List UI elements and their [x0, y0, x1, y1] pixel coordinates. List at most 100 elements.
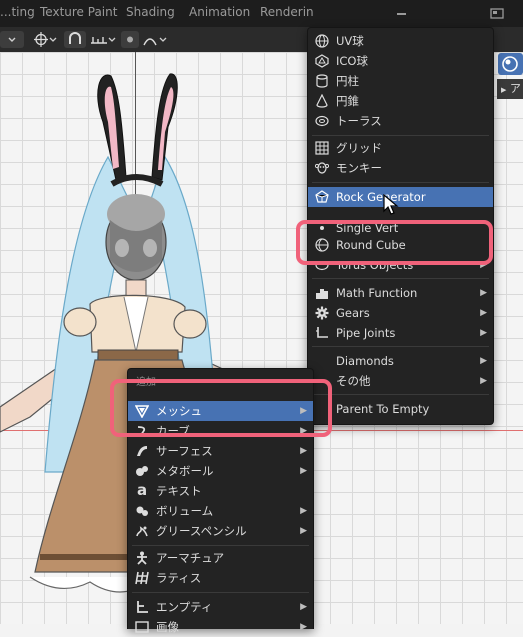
menu-item-cone[interactable]: 円錐 [308, 91, 493, 111]
menu-item-volume[interactable]: ボリューム ▶ [128, 501, 313, 521]
snap-icon [69, 32, 81, 44]
menu-item-label: ICO球 [336, 54, 368, 68]
menu-item-parent-to-empty[interactable]: Parent To Empty [308, 399, 493, 419]
annotation-highlight-round-cube [296, 220, 493, 265]
mouse-cursor-icon [383, 194, 399, 215]
menu-item-math-function[interactable]: Math Function ▶ [308, 283, 493, 303]
tab-rendering[interactable]: Renderin [260, 5, 314, 19]
menu-item-label: Gears [336, 306, 370, 320]
empty-icon [137, 601, 148, 613]
menu-item-label: モンキー [336, 161, 382, 175]
transform-orientation-dropdown[interactable] [0, 31, 24, 48]
menu-separator [312, 182, 489, 183]
proportional-edit-icon [127, 36, 133, 43]
cone-icon [316, 94, 328, 108]
pipe-joints-icon [316, 327, 328, 338]
expand-icon[interactable] [490, 8, 504, 19]
menu-item-metaball[interactable]: メタボール ▶ [128, 461, 313, 481]
tab-modeling[interactable]: ...ting [0, 5, 35, 19]
surface-icon [137, 446, 147, 456]
torus-icon [315, 115, 329, 127]
menu-item-label: ラティス [156, 571, 202, 585]
menu-item-cylinder[interactable]: 円柱 [308, 71, 493, 91]
ico-sphere-icon [315, 54, 329, 68]
armature-icon [137, 551, 147, 565]
menu-item-other[interactable]: その他 ▶ [308, 371, 493, 391]
submenu-arrow-icon: ▶ [300, 446, 307, 456]
menu-item-text[interactable]: a テキスト [128, 481, 313, 501]
menu-item-label: 円柱 [336, 74, 359, 88]
sphere-icon [502, 56, 518, 72]
volume-icon [136, 506, 148, 516]
menu-item-pipe-joints[interactable]: Pipe Joints ▶ [308, 323, 493, 343]
triangle-right-icon: ▶ [501, 86, 507, 94]
menu-separator [132, 592, 309, 593]
menu-item-label: Diamonds [336, 354, 394, 368]
menu-item-label: メタボール [156, 464, 214, 478]
submenu-arrow-icon: ▶ [300, 526, 307, 536]
chevron-down-icon [8, 37, 16, 42]
menu-item-label: ボリューム [156, 504, 214, 518]
tab-shading[interactable]: Shading [126, 5, 175, 19]
menu-item-rock-generator[interactable]: Rock Generator [308, 187, 493, 207]
menu-item-label: サーフェス [156, 444, 213, 458]
pivot-point-icon [34, 32, 57, 47]
grease-pencil-icon [136, 526, 148, 537]
minimize-icon[interactable] [397, 13, 406, 15]
submenu-arrow-icon: ▶ [480, 376, 487, 386]
menu-item-label: グリースペンシル [156, 524, 247, 538]
image-icon [135, 621, 149, 633]
submenu-arrow-icon: ▶ [300, 506, 307, 516]
menu-item-ico-sphere[interactable]: ICO球 [308, 51, 493, 71]
menu-item-uv-sphere[interactable]: UV球 [308, 31, 493, 51]
menu-separator [312, 346, 489, 347]
menu-item-label: Math Function [336, 286, 418, 300]
math-function-icon [316, 289, 328, 299]
menu-separator [312, 135, 489, 136]
menu-item-gears[interactable]: Gears ▶ [308, 303, 493, 323]
tab-texture-paint[interactable]: Texture Paint [40, 5, 117, 19]
menu-item-image[interactable]: 画像 ▶ [128, 617, 313, 637]
menu-separator [312, 278, 489, 279]
submenu-arrow-icon: ▶ [480, 328, 487, 338]
menu-item-label: トーラス [336, 114, 382, 128]
monkey-icon [315, 162, 329, 174]
submenu-arrow-icon: ▶ [480, 288, 487, 298]
menu-item-torus[interactable]: トーラス [308, 111, 493, 131]
falloff-icon [143, 37, 167, 46]
menu-item-monkey[interactable]: モンキー [308, 158, 493, 178]
menu-item-label: グリッド [336, 141, 382, 155]
annotation-highlight-mesh [110, 379, 332, 437]
solid-shading-button[interactable] [498, 53, 523, 75]
rock-icon [315, 190, 329, 203]
menu-item-label: Rock Generator [336, 190, 426, 204]
menu-item-grease-pencil[interactable]: グリースペンシル ▶ [128, 521, 313, 541]
proportional-falloff-dropdown[interactable] [142, 31, 170, 48]
menu-item-label: Parent To Empty [336, 402, 430, 416]
lattice-icon [135, 571, 149, 585]
menu-item-armature[interactable]: アーマチュア [128, 548, 313, 568]
menu-item-label: エンプティ [156, 600, 213, 614]
menu-item-label: テキスト [156, 484, 202, 498]
menu-item-label: アーマチュア [156, 551, 225, 565]
submenu-arrow-icon: ▶ [480, 356, 487, 366]
sidebar-tab[interactable]: ▶ ア [497, 79, 523, 99]
snap-toggle[interactable] [64, 31, 86, 48]
menu-item-label: UV球 [336, 34, 364, 48]
menu-item-lattice[interactable]: ラティス [128, 568, 313, 588]
menu-item-empty[interactable]: エンプティ ▶ [128, 597, 313, 617]
menu-item-label: Pipe Joints [336, 326, 396, 340]
menu-item-grid[interactable]: グリッド [308, 138, 493, 158]
submenu-arrow-icon: ▶ [300, 622, 307, 632]
text-icon: a [136, 481, 148, 499]
grid-icon [315, 141, 329, 155]
pivot-point-dropdown[interactable] [30, 31, 60, 48]
cylinder-icon [316, 74, 328, 88]
proportional-edit-toggle[interactable] [121, 31, 139, 48]
snap-target-dropdown[interactable] [88, 31, 118, 48]
menu-item-surface[interactable]: サーフェス ▶ [128, 441, 313, 461]
tab-animation[interactable]: Animation [189, 5, 250, 19]
menu-item-diamonds[interactable]: Diamonds ▶ [308, 351, 493, 371]
menu-separator [132, 545, 309, 546]
submenu-arrow-icon: ▶ [480, 308, 487, 318]
